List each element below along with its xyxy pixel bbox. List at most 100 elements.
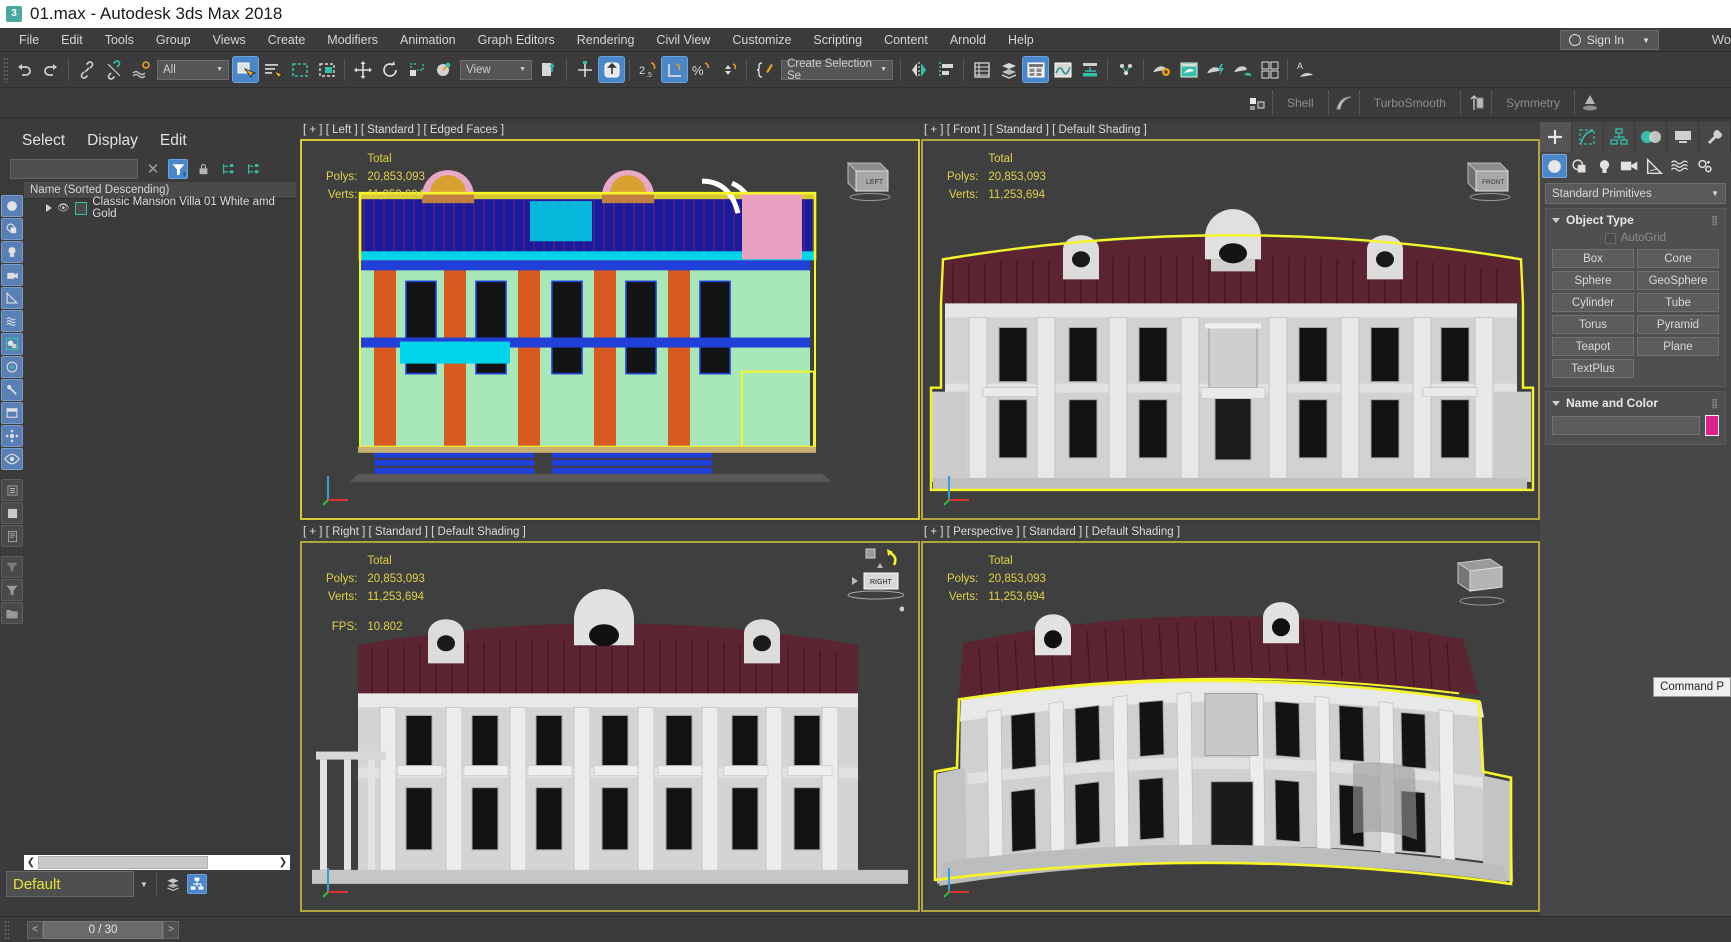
next-frame-icon[interactable]: > xyxy=(163,920,179,939)
schematic-view-icon[interactable] xyxy=(1076,56,1103,83)
ribbon-toggle-icon[interactable] xyxy=(1022,56,1049,83)
curve-editor-icon[interactable] xyxy=(1049,56,1076,83)
object-type-header[interactable]: Object Type ⣿ xyxy=(1552,213,1719,227)
systems-icon[interactable] xyxy=(1692,154,1717,178)
create-torus-button[interactable]: Torus xyxy=(1552,315,1634,334)
unlink-icon[interactable] xyxy=(100,56,127,83)
bind-spacewarp-icon[interactable] xyxy=(127,56,154,83)
folder-icon[interactable] xyxy=(1,602,23,624)
menu-item-group[interactable]: Group xyxy=(145,30,202,50)
shapes-filter-icon[interactable] xyxy=(1,218,23,240)
viewport-right[interactable]: [ + ] [ Right ] [ Standard ] [ Default S… xyxy=(300,524,920,912)
layer-list-icon[interactable] xyxy=(1,479,23,501)
object-color-icon[interactable] xyxy=(1,502,23,524)
menu-item-animation[interactable]: Animation xyxy=(389,30,467,50)
helpers-icon[interactable] xyxy=(1642,154,1667,178)
create-cylinder-button[interactable]: Cylinder xyxy=(1552,293,1634,312)
lights-icon[interactable] xyxy=(1592,154,1617,178)
menu-item-rendering[interactable]: Rendering xyxy=(566,30,646,50)
viewcube-front[interactable]: FRONT xyxy=(1456,155,1518,203)
viewport-canvas-perspective[interactable]: Total Polys: 20,853,093 Verts: 11,253,69… xyxy=(921,541,1540,912)
angle-snap-icon[interactable]: 2.5 xyxy=(634,56,661,83)
spacewarps-filter-icon[interactable] xyxy=(1,310,23,332)
symmetry-icon[interactable] xyxy=(1575,90,1605,116)
menu-item-arnold[interactable]: Arnold xyxy=(939,30,997,50)
viewport-left[interactable]: [ + ] [ Left ] [ Standard ] [ Edged Face… xyxy=(300,122,920,520)
select-manipulate-icon[interactable] xyxy=(571,56,598,83)
funnel-icon[interactable] xyxy=(1,579,23,601)
window-crossing-icon[interactable] xyxy=(313,56,340,83)
autogrid-row[interactable]: AutoGrid xyxy=(1552,232,1719,244)
explorer-menu-select[interactable]: Select xyxy=(22,132,65,150)
bones-filter-icon[interactable] xyxy=(1,379,23,401)
autogrid-checkbox[interactable] xyxy=(1604,232,1616,244)
redo-icon[interactable] xyxy=(37,56,64,83)
use-center-flyout-icon[interactable] xyxy=(535,56,562,83)
collapse-all-icon[interactable] xyxy=(243,159,263,179)
selection-filter-dropdown[interactable]: All ▼ xyxy=(157,59,229,80)
spinner-snap-icon[interactable]: % xyxy=(688,56,715,83)
cameras-filter-icon[interactable] xyxy=(1,264,23,286)
create-sphere-button[interactable]: Sphere xyxy=(1552,271,1634,290)
viewcube-left[interactable]: LEFT xyxy=(836,155,898,203)
menu-item-create[interactable]: Create xyxy=(257,30,317,50)
named-selection-set-dropdown[interactable]: Create Selection Se ▼ xyxy=(781,58,893,82)
turbosmooth-icon[interactable] xyxy=(1461,90,1491,116)
reference-coord-dropdown[interactable]: View ▼ xyxy=(460,59,532,80)
spinner-arrows-icon[interactable] xyxy=(715,56,742,83)
shapes-icon[interactable] xyxy=(1567,154,1592,178)
menu-item-civil-view[interactable]: Civil View xyxy=(645,30,721,50)
drag-handle-icon[interactable]: ⣿ xyxy=(1711,398,1719,409)
time-slider[interactable]: < 0 / 30 > xyxy=(27,920,179,939)
viewcube-right[interactable]: RIGHT xyxy=(814,547,904,627)
viewport-label[interactable]: [ + ] [ Front ] [ Standard ] [ Default S… xyxy=(921,122,1147,139)
viewport-front[interactable]: [ + ] [ Front ] [ Standard ] [ Default S… xyxy=(921,122,1540,520)
viewport-label[interactable]: [ + ] [ Right ] [ Standard ] [ Default S… xyxy=(300,524,526,541)
filter-icon[interactable] xyxy=(168,159,188,179)
scroll-left-arrow-icon[interactable]: ❮ xyxy=(24,857,38,868)
layer-explorer-icon[interactable] xyxy=(968,56,995,83)
menu-item-edit[interactable]: Edit xyxy=(50,30,94,50)
layers-icon[interactable] xyxy=(163,874,183,894)
chevron-down-icon[interactable]: ▼ xyxy=(138,880,150,889)
render-production-icon[interactable] xyxy=(1202,56,1229,83)
placement-icon[interactable] xyxy=(430,56,457,83)
expand-all-icon[interactable] xyxy=(218,159,238,179)
viewcube-perspective[interactable] xyxy=(1444,553,1514,609)
viewport-perspective[interactable]: [ + ] [ Perspective ] [ Standard ] [ Def… xyxy=(921,524,1540,912)
select-move-icon[interactable] xyxy=(349,56,376,83)
menu-item-modifiers[interactable]: Modifiers xyxy=(316,30,389,50)
rect-select-region-icon[interactable] xyxy=(286,56,313,83)
viewport-canvas-front[interactable]: Total Polys: 20,853,093 Verts: 11,253,69… xyxy=(921,139,1540,520)
shell-icon[interactable] xyxy=(1329,90,1359,116)
cameras-icon[interactable] xyxy=(1617,154,1642,178)
particles-filter-icon[interactable] xyxy=(1,425,23,447)
explorer-horizontal-scrollbar[interactable]: ❮ ❯ xyxy=(24,855,290,870)
trackbar-gripper[interactable] xyxy=(4,919,9,940)
render-to-texture-icon[interactable]: A xyxy=(1292,56,1319,83)
modifier-shell-label[interactable]: Shell xyxy=(1273,90,1328,116)
properties-icon[interactable] xyxy=(1,525,23,547)
modifier-turbosmooth-label[interactable]: TurboSmooth xyxy=(1360,90,1460,116)
spacewarps-icon[interactable] xyxy=(1667,154,1692,178)
scroll-right-arrow-icon[interactable]: ❯ xyxy=(276,857,290,868)
create-box-button[interactable]: Box xyxy=(1552,249,1634,268)
explorer-menu-edit[interactable]: Edit xyxy=(160,132,187,150)
material-editor-icon[interactable] xyxy=(1112,56,1139,83)
groups-filter-icon[interactable] xyxy=(1,333,23,355)
object-color-swatch[interactable] xyxy=(1705,415,1719,436)
visibility-filter-icon[interactable] xyxy=(1,448,23,470)
triangle-right-icon[interactable] xyxy=(46,204,52,212)
scrollbar-thumb[interactable] xyxy=(38,856,208,869)
containers-filter-icon[interactable] xyxy=(1,402,23,424)
menu-item-tools[interactable]: Tools xyxy=(94,30,145,50)
menu-item-content[interactable]: Content xyxy=(873,30,939,50)
select-by-name-icon[interactable] xyxy=(259,56,286,83)
select-link-icon[interactable] xyxy=(73,56,100,83)
viewport-canvas-left[interactable]: Total Polys: 20,853,093 Verts: 11,253,69… xyxy=(300,139,920,520)
helpers-filter-icon[interactable] xyxy=(1,287,23,309)
select-object-icon[interactable] xyxy=(232,56,259,83)
render-grid-icon[interactable] xyxy=(1256,56,1283,83)
create-textplus-button[interactable]: TextPlus xyxy=(1552,359,1634,378)
triangle-down-icon[interactable] xyxy=(1552,217,1560,223)
